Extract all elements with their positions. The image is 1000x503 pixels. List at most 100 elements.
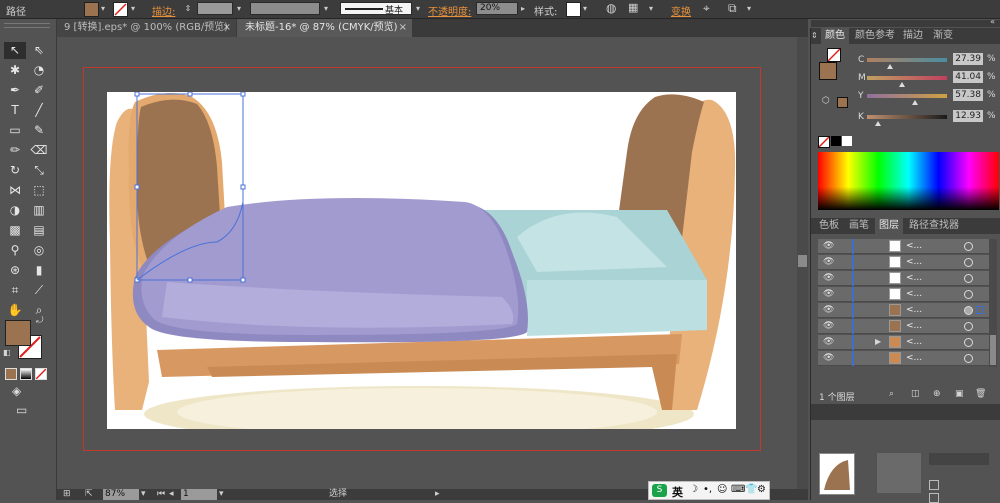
brush-profile-field[interactable]: 基本 (340, 2, 412, 16)
eraser-tool-icon[interactable]: ⌫ (28, 142, 50, 159)
tab-document-9[interactable]: 9 [转换].eps* @ 100% (RGB/预览) × (56, 19, 236, 37)
isolate-icon[interactable]: ⌖ (703, 1, 710, 16)
layer-row-selected[interactable]: 👁 <... (818, 303, 997, 318)
channel-m-slider[interactable] (867, 76, 947, 80)
gradient-mode-icon[interactable] (20, 368, 32, 380)
brush-dropdown-icon[interactable]: ▾ (413, 2, 423, 15)
stroke-swatch[interactable] (113, 2, 128, 17)
column-graph-tool-icon[interactable]: ▮ (28, 262, 50, 279)
channel-y-slider[interactable] (867, 94, 947, 98)
visibility-eye-icon[interactable]: 👁 (823, 321, 834, 331)
fill-color-front[interactable] (5, 320, 31, 346)
channel-y-value[interactable]: 57.38 (953, 89, 983, 101)
visibility-eye-icon[interactable]: 👁 (823, 337, 834, 347)
layers-scrollbar[interactable] (989, 239, 997, 367)
expand-arrow-icon[interactable]: ▶ (875, 337, 881, 346)
opacity-mask-thumbnail[interactable] (877, 453, 921, 493)
swap-colors-icon[interactable]: ⤾ (36, 316, 44, 326)
moon-icon[interactable]: ☽ (689, 484, 698, 495)
black-swatch[interactable] (831, 136, 841, 146)
style-swatch[interactable] (566, 2, 581, 17)
delete-layer-icon[interactable]: 🗑 (975, 389, 986, 399)
none-mode-icon[interactable] (35, 368, 47, 380)
tab-layers[interactable]: 图层 (875, 218, 903, 234)
tab-swatches[interactable]: 色板 (815, 218, 843, 234)
blend-tool-icon[interactable]: ◎ (28, 242, 50, 259)
new-sublayer-icon[interactable]: ⊕ (933, 389, 941, 399)
close-icon[interactable]: × (223, 19, 231, 37)
stroke-weight-field[interactable] (197, 2, 233, 15)
out-of-gamut-icon[interactable]: ⬡ (822, 96, 830, 106)
channel-y-thumb[interactable] (912, 100, 918, 105)
page-field[interactable]: 1 (181, 489, 217, 500)
align-dropdown-icon[interactable]: ▾ (646, 2, 656, 15)
pen-tool-icon[interactable]: ✒ (4, 82, 26, 99)
invert-mask-checkbox[interactable] (929, 493, 939, 503)
rotate-tool-icon[interactable]: ↻ (4, 162, 26, 179)
close-icon[interactable]: × (399, 19, 407, 37)
scale-tool-icon[interactable]: ⤡ (28, 162, 50, 179)
fill-swatch[interactable] (84, 2, 99, 17)
eyedropper-tool-icon[interactable]: ⚲ (4, 242, 26, 259)
target-circle-icon[interactable] (964, 306, 973, 315)
layer-name[interactable]: <... (906, 305, 922, 315)
clipping-mask-icon[interactable]: ◫ (911, 389, 920, 399)
gradient-tool-icon[interactable]: ▤ (28, 222, 50, 239)
target-circle-icon[interactable] (964, 338, 973, 347)
stroke-dropdown-icon[interactable]: ▾ (128, 2, 138, 15)
sogou-logo-icon[interactable]: S (652, 484, 667, 497)
arrange-icon[interactable]: ⧉ (728, 1, 737, 16)
hand-tool-icon[interactable]: ✋ (4, 302, 26, 319)
tab-color[interactable]: 颜色 (821, 28, 849, 44)
locate-object-icon[interactable]: ⌕ (889, 389, 894, 399)
punctuation-icon[interactable]: •, (703, 484, 712, 495)
color-spectrum[interactable] (818, 152, 999, 210)
default-colors-icon[interactable]: ◧ (3, 348, 11, 357)
direct-selection-tool-icon[interactable]: ⇖ (28, 42, 50, 59)
clip-checkbox[interactable] (929, 480, 939, 490)
target-circle-icon[interactable] (964, 354, 973, 363)
selection-indicator[interactable] (976, 306, 984, 314)
emoji-icon[interactable]: ☺ (717, 484, 727, 495)
layer-row[interactable]: 👁 <... (818, 255, 997, 270)
artboard-tool-icon[interactable]: ⌗ (4, 282, 26, 299)
layer-name[interactable]: <... (906, 241, 922, 251)
arrange-dropdown-icon[interactable]: ▾ (744, 2, 754, 15)
transparency-thumbnail[interactable] (819, 453, 855, 495)
layer-name[interactable]: <... (906, 353, 922, 363)
opacity-label[interactable]: 不透明度: (428, 3, 471, 18)
vertical-scroll-thumb[interactable] (798, 255, 807, 267)
recolor-artwork-icon[interactable]: ◍ (606, 1, 616, 15)
visibility-eye-icon[interactable]: 👁 (823, 273, 834, 283)
tools-icon[interactable]: ⚙ (757, 484, 766, 495)
fill-dropdown-icon[interactable]: ▾ (98, 2, 108, 15)
transform-label[interactable]: 变换 (671, 3, 691, 18)
prev-page-icon[interactable]: ◂ (169, 489, 174, 500)
screen-mode-icon[interactable]: ▭ (16, 403, 27, 417)
align-icon[interactable]: ▦ (628, 1, 638, 14)
zoom-field[interactable]: 87% (103, 489, 139, 500)
layer-name[interactable]: <... (906, 337, 922, 347)
layer-row[interactable]: 👁 <... (818, 239, 997, 254)
layer-name[interactable]: <... (906, 273, 922, 283)
variable-width-profile[interactable] (250, 2, 320, 15)
layer-name[interactable]: <... (906, 321, 922, 331)
stroke-weight-dropdown-icon[interactable]: ▾ (234, 2, 244, 15)
vertical-scrollbar[interactable] (797, 37, 808, 489)
channel-m-thumb[interactable] (899, 82, 905, 87)
zoom-icon[interactable]: ⊞ (63, 489, 71, 500)
page-dropdown-icon[interactable]: ▾ (219, 489, 224, 500)
visibility-eye-icon[interactable]: 👁 (823, 289, 834, 299)
variable-width-dropdown-icon[interactable]: ▾ (321, 2, 331, 15)
layer-row[interactable]: 👁 <... (818, 351, 997, 366)
visibility-eye-icon[interactable]: 👁 (823, 241, 834, 251)
channel-k-slider[interactable] (867, 115, 947, 119)
channel-c-slider[interactable] (867, 58, 947, 62)
stroke-label[interactable]: 描边: (152, 3, 175, 18)
perspective-grid-tool-icon[interactable]: ▥ (28, 202, 50, 219)
channel-c-value[interactable]: 27.39 (953, 53, 983, 65)
magic-wand-tool-icon[interactable]: ✱ (4, 62, 26, 79)
status-menu-icon[interactable]: ▸ (435, 489, 440, 500)
layer-row[interactable]: 👁 ▶ <... (818, 335, 997, 350)
visibility-eye-icon[interactable]: 👁 (823, 305, 834, 315)
